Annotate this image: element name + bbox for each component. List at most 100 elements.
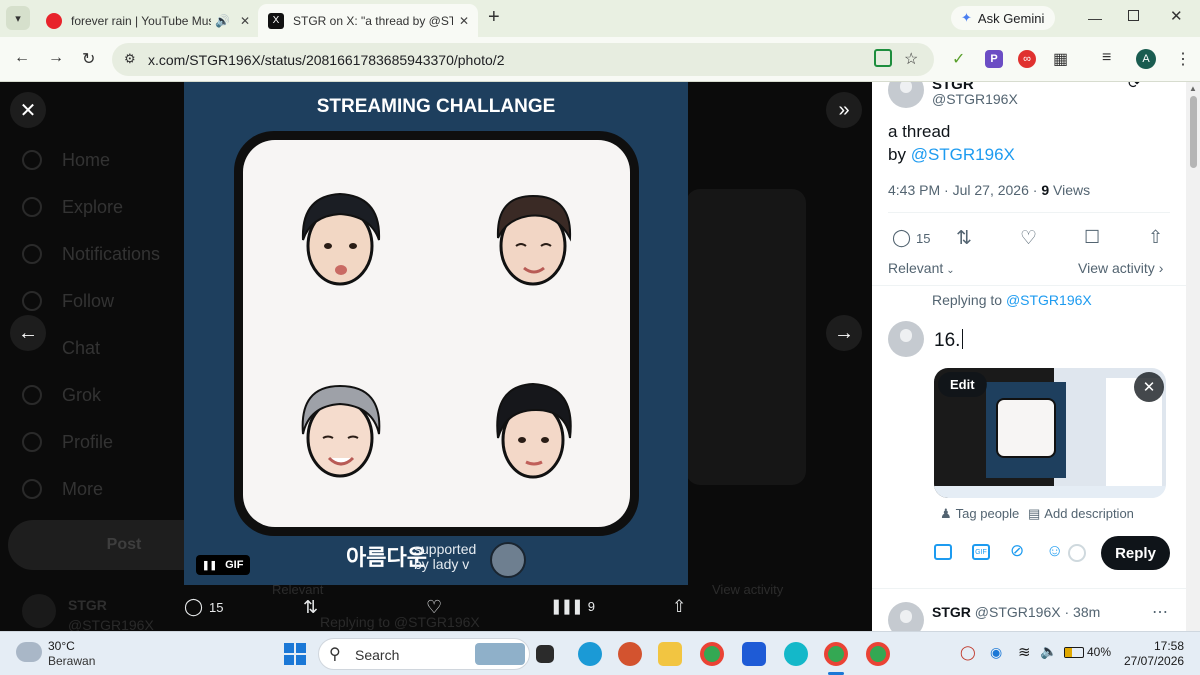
media-gif[interactable]: STREAMING CHALLANGE 아름다운 supported by la… bbox=[184, 82, 688, 585]
viewer-views-count: 9 bbox=[587, 598, 595, 614]
page-scrollbar[interactable]: ▲ bbox=[1186, 82, 1200, 631]
reload-icon[interactable]: ↻ bbox=[82, 49, 95, 69]
install-app-icon[interactable] bbox=[874, 49, 892, 67]
site-info-icon[interactable]: ⚙ bbox=[124, 51, 136, 67]
profile-avatar[interactable]: A bbox=[1136, 49, 1156, 69]
viewer-reply-button[interactable]: ◯ 15 bbox=[184, 597, 224, 617]
media-icon[interactable] bbox=[934, 544, 952, 560]
viewer-like-button[interactable]: ♡ bbox=[426, 597, 442, 618]
repost-icon[interactable]: ⇅ bbox=[956, 227, 972, 250]
clock-date[interactable]: 27/07/2026 bbox=[1124, 654, 1184, 668]
repost-icon: ⇅ bbox=[303, 597, 319, 617]
ask-gemini-button[interactable]: ✦ Ask Gemini bbox=[951, 6, 1055, 30]
edge-icon[interactable] bbox=[578, 642, 602, 666]
menu-dots-icon[interactable]: ⋮ bbox=[1175, 49, 1191, 69]
extensions-puzzle-icon[interactable]: ▦ bbox=[1053, 49, 1068, 69]
reply-author-avatar[interactable] bbox=[888, 602, 924, 631]
extension-infinity-icon[interactable]: ∞ bbox=[1018, 50, 1036, 68]
viewer-reply-count: 15 bbox=[209, 599, 224, 615]
heart-icon: ♡ bbox=[426, 597, 443, 617]
replying-to-link[interactable]: @STGR196X bbox=[1006, 292, 1092, 308]
next-image-button[interactable]: → bbox=[826, 315, 862, 351]
back-icon[interactable]: ← bbox=[14, 49, 30, 67]
battery-percent[interactable]: 40% bbox=[1087, 645, 1111, 659]
reply-author-handle[interactable]: @STGR196X bbox=[975, 604, 1061, 620]
minimize-icon[interactable]: — bbox=[1088, 10, 1102, 26]
weather-label[interactable]: Berawan bbox=[48, 654, 95, 668]
grok-compose-icon[interactable]: ⊘ bbox=[1010, 541, 1024, 561]
scroll-up-arrow[interactable]: ▲ bbox=[1189, 84, 1197, 93]
close-window-icon[interactable]: ✕ bbox=[1170, 7, 1183, 25]
face-sticker-3 bbox=[301, 384, 381, 478]
start-windows-icon[interactable] bbox=[284, 643, 306, 665]
extension-p-icon[interactable]: P bbox=[985, 50, 1003, 68]
powerpoint-icon[interactable] bbox=[618, 642, 642, 666]
reply-composer-input[interactable]: 16. bbox=[934, 329, 964, 352]
gif-badge[interactable]: ❚❚ GIF bbox=[196, 555, 250, 575]
view-activity-link[interactable]: View activity › bbox=[1078, 260, 1163, 276]
close-viewer-button[interactable]: ✕ bbox=[10, 92, 46, 128]
share-icon[interactable]: ⇧ bbox=[1148, 227, 1163, 248]
close-tab-icon[interactable]: ✕ bbox=[459, 14, 469, 28]
add-description-button[interactable]: ▤ Add description bbox=[1028, 506, 1134, 522]
emoji-icon[interactable]: ☺ bbox=[1046, 541, 1063, 561]
reply-button[interactable]: ◯ 15 bbox=[892, 228, 931, 248]
tab-search-button[interactable]: ▾ bbox=[6, 6, 30, 30]
url-text[interactable]: x.com/STGR196X/status/208166178368594337… bbox=[148, 52, 504, 68]
extension-check-icon[interactable]: ✓ bbox=[952, 49, 965, 69]
close-tab-icon[interactable]: ✕ bbox=[240, 14, 250, 28]
grok-icon[interactable]: ⟳ bbox=[1128, 82, 1141, 92]
scrollbar-thumb[interactable] bbox=[1190, 96, 1197, 168]
viewer-share-button[interactable]: ⇧ bbox=[672, 597, 686, 617]
chrome-profile-2-icon[interactable] bbox=[866, 642, 890, 666]
reading-list-icon[interactable]: ≡ bbox=[1102, 49, 1111, 67]
viewer-repost-button[interactable]: ⇅ bbox=[303, 597, 318, 618]
chrome-profile-icon[interactable] bbox=[824, 642, 848, 666]
speaker-icon[interactable]: 🔊 bbox=[215, 14, 230, 28]
author-avatar[interactable] bbox=[888, 82, 924, 108]
forward-icon[interactable]: → bbox=[48, 49, 64, 67]
reply-author-name[interactable]: STGR bbox=[932, 604, 971, 620]
previous-image-button[interactable]: ← bbox=[10, 315, 46, 351]
face-sticker-2 bbox=[496, 194, 572, 286]
canva-icon[interactable] bbox=[784, 642, 808, 666]
address-bar[interactable]: ⚙ x.com/STGR196X/status/2081661783685943… bbox=[112, 43, 934, 76]
edit-image-button[interactable]: Edit bbox=[938, 372, 987, 397]
media-title: STREAMING CHALLANGE bbox=[316, 96, 556, 117]
weather-cloud-icon[interactable] bbox=[16, 642, 42, 662]
bookmark-icon[interactable]: ☐ bbox=[1084, 227, 1100, 248]
relevant-sort-button[interactable]: Relevant ⌄ bbox=[888, 260, 955, 276]
antivirus-tray-icon[interactable]: ◯ bbox=[960, 644, 976, 661]
task-view-icon[interactable] bbox=[536, 645, 554, 663]
tweet-mention-link[interactable]: @STGR196X bbox=[911, 145, 1015, 164]
expand-panel-button[interactable]: » bbox=[826, 92, 862, 128]
reply-submit-button[interactable]: Reply bbox=[1101, 536, 1170, 570]
battery-icon[interactable] bbox=[1064, 647, 1084, 658]
bookmark-star-icon[interactable]: ☆ bbox=[904, 49, 918, 69]
wifi-icon[interactable]: ≋ bbox=[1018, 643, 1031, 661]
zoom-app-icon[interactable] bbox=[742, 642, 766, 666]
my-avatar[interactable] bbox=[888, 321, 924, 357]
weather-temp[interactable]: 30°C bbox=[48, 639, 75, 653]
attached-image-preview[interactable]: Edit ✕ bbox=[934, 368, 1166, 498]
more-options-icon[interactable]: ⋯ bbox=[1152, 602, 1168, 622]
remove-image-button[interactable]: ✕ bbox=[1134, 372, 1164, 402]
new-tab-button[interactable]: + bbox=[488, 6, 500, 29]
file-explorer-icon[interactable] bbox=[658, 642, 682, 666]
volume-icon[interactable]: 🔈 bbox=[1040, 643, 1057, 660]
taskbar-search-box[interactable]: ⚲ Search bbox=[318, 638, 530, 670]
pause-icon[interactable]: ❚❚ bbox=[202, 560, 217, 571]
tray-app-icon[interactable]: ◉ bbox=[990, 644, 1002, 661]
viewer-views-button[interactable]: ❚❚❚ 9 bbox=[550, 597, 595, 615]
tag-people-button[interactable]: ♟ Tag people bbox=[940, 506, 1019, 522]
tab-youtube-music[interactable]: forever rain | YouTube Musi 🔊 ✕ bbox=[38, 4, 252, 37]
restore-icon[interactable] bbox=[1128, 10, 1139, 21]
chrome-icon[interactable] bbox=[700, 642, 724, 666]
tab-x-thread[interactable]: X STGR on X: "a thread by @STGR ✕ bbox=[258, 4, 478, 37]
clock-time[interactable]: 17:58 bbox=[1154, 639, 1184, 653]
author-handle[interactable]: @STGR196X bbox=[932, 91, 1018, 107]
account-handle: @STGR196X bbox=[68, 617, 154, 631]
tweet-time[interactable]: 4:43 PM · Jul 27, 2026 · bbox=[888, 182, 1041, 198]
like-heart-icon[interactable]: ♡ bbox=[1020, 227, 1037, 250]
gif-icon[interactable]: GIF bbox=[972, 544, 990, 560]
